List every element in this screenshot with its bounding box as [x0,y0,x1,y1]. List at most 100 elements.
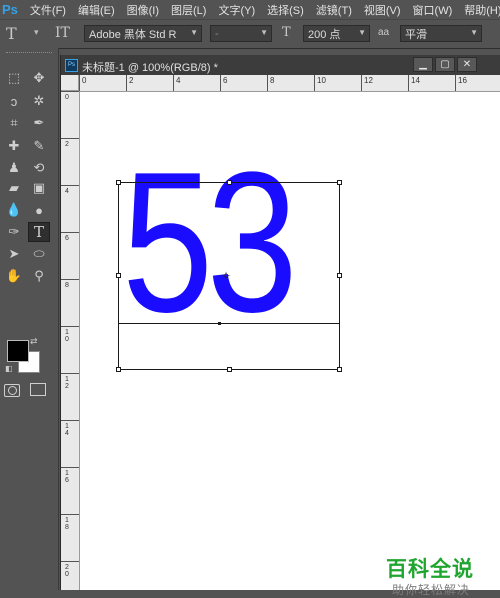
ruler-tick [314,75,315,91]
antialias-icon: aa [378,27,390,38]
ruler-label: 10 [317,76,326,85]
foreground-color-swatch[interactable] [7,340,29,362]
ruler-tick [61,91,79,92]
transform-handle-right[interactable] [337,273,342,278]
chevron-down-icon: ▼ [190,28,198,37]
crop-tool-icon[interactable]: ⌗ [3,113,25,133]
minimize-button[interactable]: ▁ [413,57,433,72]
menu-file[interactable]: 文件(F) [30,2,66,18]
options-bar: T ▾ IT Adobe 黑体 Std R ▼ - ▼ T 200 点 ▼ aa… [0,19,500,49]
history-brush-tool-icon[interactable]: ⟲ [28,158,50,178]
blur-tool-icon[interactable]: 💧 [3,200,25,220]
transform-handle-top-right[interactable] [337,180,342,185]
ruler-label: 12 [65,376,69,390]
menu-edit[interactable]: 编辑(E) [78,2,115,18]
ruler-label: 6 [65,235,69,242]
menu-bar: Ps 文件(F) 编辑(E) 图像(I) 图层(L) 文字(Y) 选择(S) 滤… [0,0,500,19]
text-orientation-icon[interactable]: IT [55,25,70,41]
transform-handle-left[interactable] [116,273,121,278]
menu-help[interactable]: 帮助(H) [464,2,500,18]
menu-select[interactable]: 选择(S) [267,2,304,18]
chevron-down-icon[interactable]: ▾ [34,27,39,38]
swap-colors-icon[interactable]: ⇄ [30,336,38,347]
vertical-ruler[interactable]: 0 2 4 6 8 10 12 14 16 18 20 [61,91,80,590]
ruler-label: 14 [65,423,69,437]
marquee-tool-icon[interactable]: ⬚ [3,68,25,88]
type-tool-icon[interactable]: T [28,222,50,242]
document-tab[interactable]: Ps 未标题-1 @ 100%(RGB/8) * ▁ ▢ ✕ [61,55,500,76]
hand-tool-icon[interactable]: ✋ [3,266,25,286]
quick-mask-icon[interactable] [4,384,20,397]
ruler-label: 0 [65,94,69,101]
transform-handle-top-left[interactable] [116,180,121,185]
horizontal-ruler[interactable]: 0 2 4 6 8 10 12 14 16 [79,75,500,92]
default-colors-icon[interactable]: ◧ [5,364,13,373]
type-tool-preset-icon[interactable]: T [6,24,17,43]
ruler-tick [267,75,268,91]
text-baseline [118,323,340,324]
ruler-label: 6 [223,76,228,85]
ruler-label: 2 [65,141,69,148]
eraser-tool-icon[interactable]: ▰ [3,178,25,198]
menu-filter[interactable]: 滤镜(T) [316,2,352,18]
ruler-label: 0 [82,76,87,85]
font-style-select[interactable]: - ▼ [210,25,272,42]
ruler-tick [61,326,79,327]
ruler-tick [455,75,456,91]
ruler-tick [61,138,79,139]
transform-handle-bottom[interactable] [227,367,232,372]
ruler-tick [220,75,221,91]
ruler-tick [361,75,362,91]
dodge-tool-icon[interactable]: ● [28,200,50,220]
ruler-tick [79,75,80,91]
ruler-label: 20 [65,564,69,578]
ruler-label: 2 [129,76,134,85]
font-family-value: Adobe 黑体 Std R [89,28,177,41]
font-size-value: 200 点 [308,28,341,41]
screen-mode-icon[interactable] [30,383,46,396]
ruler-label: 4 [65,188,69,195]
move-tool-icon[interactable]: ✥ [28,68,50,88]
photoshop-logo: Ps [2,2,18,17]
ruler-label: 14 [411,76,420,85]
gradient-tool-icon[interactable]: ▣ [28,178,50,198]
transform-handle-bottom-right[interactable] [337,367,342,372]
close-button[interactable]: ✕ [457,57,477,72]
stamp-tool-icon[interactable]: ♟ [3,158,25,178]
magic-wand-tool-icon[interactable]: ✲ [28,91,50,111]
ruler-tick [126,75,127,91]
path-selection-tool-icon[interactable]: ➤ [3,244,25,264]
chevron-down-icon: ▼ [358,28,366,37]
font-style-value: - [215,27,219,40]
lasso-tool-icon[interactable]: ↄ [3,91,25,111]
ruler-tick [61,561,79,562]
transform-handle-top[interactable] [227,180,232,185]
brush-tool-icon[interactable]: ✎ [28,136,50,156]
chevron-down-icon: ▼ [470,28,478,37]
pen-tool-icon[interactable]: ✑ [3,222,25,242]
ruler-tick [61,467,79,468]
font-size-select[interactable]: 200 点 ▼ [303,25,370,42]
toolbox-grip[interactable] [6,52,52,56]
zoom-tool-icon[interactable]: ⚲ [28,266,50,286]
toolbox: ⬚ ✥ ↄ ✲ ⌗ ✒ ✚ ✎ ♟ ⟲ ▰ ▣ 💧 ● ✑ T ➤ ⬭ ✋ ⚲ … [0,48,59,590]
menu-window[interactable]: 窗口(W) [413,2,453,18]
menu-view[interactable]: 视图(V) [364,2,401,18]
menu-image[interactable]: 图像(I) [127,2,159,18]
ruler-origin[interactable] [61,75,79,91]
maximize-button[interactable]: ▢ [435,57,455,72]
ruler-label: 16 [458,76,467,85]
ruler-tick [61,373,79,374]
ruler-tick [61,514,79,515]
canvas[interactable]: 53 ✧ 百科全说 助你轻松解决 [80,92,500,597]
eyedropper-tool-icon[interactable]: ✒ [28,113,50,133]
healing-brush-tool-icon[interactable]: ✚ [3,136,25,156]
font-family-select[interactable]: Adobe 黑体 Std R ▼ [84,25,202,42]
ellipse-tool-icon[interactable]: ⬭ [28,244,50,264]
menu-type[interactable]: 文字(Y) [218,2,255,18]
antialias-select[interactable]: 平滑 ▼ [400,25,482,42]
menu-layer[interactable]: 图层(L) [171,2,206,18]
ruler-label: 4 [176,76,181,85]
ruler-tick [61,232,79,233]
transform-handle-bottom-left[interactable] [116,367,121,372]
